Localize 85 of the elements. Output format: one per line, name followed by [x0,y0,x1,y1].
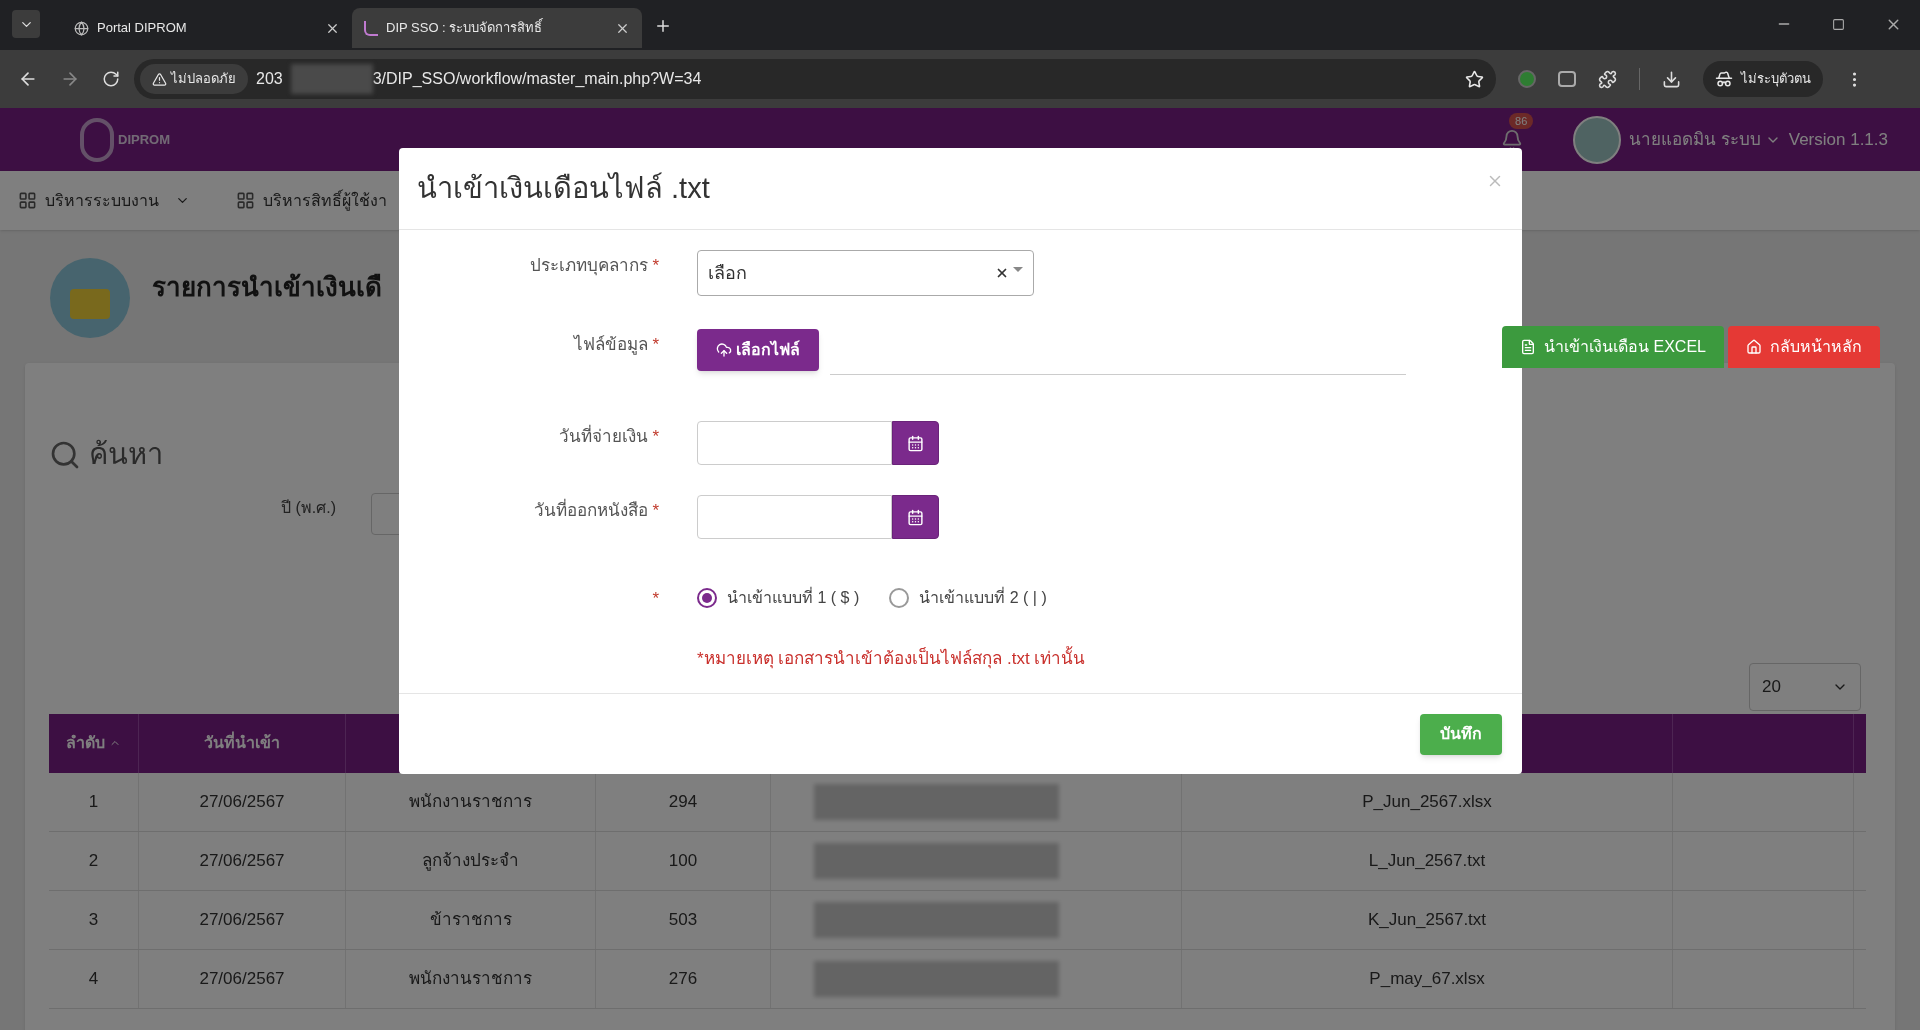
column-header[interactable]: ลำดับ [49,713,139,773]
section-title: ค้นหา [89,437,163,472]
dialog-title: นำเข้าเงินเดือนไฟล์ .txt [417,170,710,206]
calendar-icon [907,434,924,452]
required-mark: * [652,427,659,446]
url-text: 3/DIP_SSO/workflow/master_main.php?W=34 [372,69,702,89]
dropdown-arrow-icon [1013,266,1023,272]
incognito-icon [1715,70,1733,88]
calendar-button[interactable] [892,421,939,465]
radio-option[interactable]: นำเข้าแบบที่ 1 ( $ ) [697,586,860,611]
extension-icon[interactable] [1558,71,1576,87]
date-field[interactable] [697,421,892,465]
site-logo-icon [364,20,378,36]
version-text: Version 1.1.3 [1788,128,1888,151]
warning-icon [152,71,167,87]
table-cell-text: 27/06/2567 [199,967,285,990]
bookmark-icon[interactable] [1465,69,1484,89]
table-cell-text: K_Jun_2567.txt [1367,908,1487,931]
table-cell-text: 1 [88,790,99,813]
radio-option[interactable]: นำเข้าแบบที่ 2 ( | ) [889,586,1047,611]
select-field[interactable]: เลือก [697,250,1034,296]
tab-title: DIP SSO : ระบบจัดการสิทธิ์ [386,18,544,38]
download-icon[interactable] [1662,69,1681,89]
globe-icon [74,20,89,36]
column-header[interactable]: วันที่นำเข้า [139,713,346,773]
extensions-icon[interactable] [1598,69,1617,89]
user-menu[interactable]: นายแอดมิน ระบบ [1629,126,1781,153]
url-text: 203 [256,69,283,89]
menu-item[interactable]: บริหารระบบงาน [18,188,190,213]
address-bar[interactable]: ไม่ปลอดภัย 203 3/DIP_SSO/workflow/master_main.php?W=34 [134,59,1496,99]
table-cell-text: พนักงานราชการ [409,967,532,990]
field-label: ปี (พ.ศ.) [281,497,336,518]
action-button[interactable]: กลับหน้าหลัก [1728,326,1880,368]
page-size-select[interactable]: 20 [1749,662,1861,711]
calendar-icon [907,508,924,526]
field-label: ประเภทบุคลากร [530,256,649,275]
avatar[interactable] [1573,115,1621,164]
tab-title: Portal DIPROM [97,19,188,38]
required-mark: * [652,501,659,520]
date-field[interactable] [697,495,892,539]
restore-icon[interactable] [1832,18,1845,31]
radio-icon [697,588,717,609]
table-cell-text: 276 [668,967,698,990]
table-cell-text: 27/06/2567 [199,790,285,813]
table-cell-text: 4 [88,967,99,990]
bell-icon[interactable] [1501,128,1523,151]
calendar-button[interactable] [892,495,939,539]
grid-icon [236,191,255,210]
grid-icon [18,191,37,210]
logo-text: DIPROM [118,130,170,149]
menu-item[interactable]: บริหารสิทธิ์ผู้ใช้งา [236,188,387,213]
table-cell-text: 294 [668,790,698,813]
new-tab-icon[interactable] [654,17,672,35]
page-title: รายการนำเข้าเงินเดื [152,270,382,304]
notification-badge: 86 [1509,112,1534,129]
table-cell-text: P_Jun_2567.xlsx [1362,790,1492,813]
table-cell-text: 3 [88,908,99,931]
field-label: ไฟล์ข้อมูล [574,335,649,354]
profile-button[interactable]: ไม่ระบุตัวตน [1703,61,1823,97]
required-mark: * [652,589,659,608]
clear-icon[interactable] [995,266,1009,280]
action-button[interactable]: นำเข้าเงินเดือน EXCEL [1502,326,1724,368]
table-cell-text: ลูกจ้างประจำ [422,849,519,873]
table-cell-text: ข้าราชการ [429,908,512,931]
home-icon [1746,339,1762,355]
radio-icon [889,588,910,609]
document-icon [1520,339,1537,355]
choose-file-button[interactable]: เลือกไฟล์ [697,329,819,371]
table-cell-text: 100 [668,849,698,872]
table-cell-text: 2 [88,849,99,872]
logo-icon [80,117,114,162]
table-cell-text: 27/06/2567 [199,908,285,931]
note-text: *หมายเหตุ เอกสารนำเข้าต้องเป็นไฟล์สกุล .txt เท่านั้น [697,645,1087,671]
table-cell-text: P_may_67.xlsx [1369,967,1485,990]
browser-tab[interactable]: DIP SSO : ระบบจัดการสิทธิ์ [352,8,642,48]
browser-tab[interactable]: Portal DIPROM [62,8,352,48]
security-chip[interactable]: ไม่ปลอดภัย [140,64,248,94]
table-cell-text: 27/06/2567 [199,849,285,872]
required-mark: * [652,335,659,354]
table-cell-text: 503 [668,908,698,931]
table-cell-text: พนักงานราชการ [409,790,532,813]
reload-icon[interactable] [102,70,120,88]
cloud-upload-icon [716,342,732,358]
table-cell-text: L_Jun_2567.txt [1368,849,1486,872]
required-mark: * [652,256,659,275]
